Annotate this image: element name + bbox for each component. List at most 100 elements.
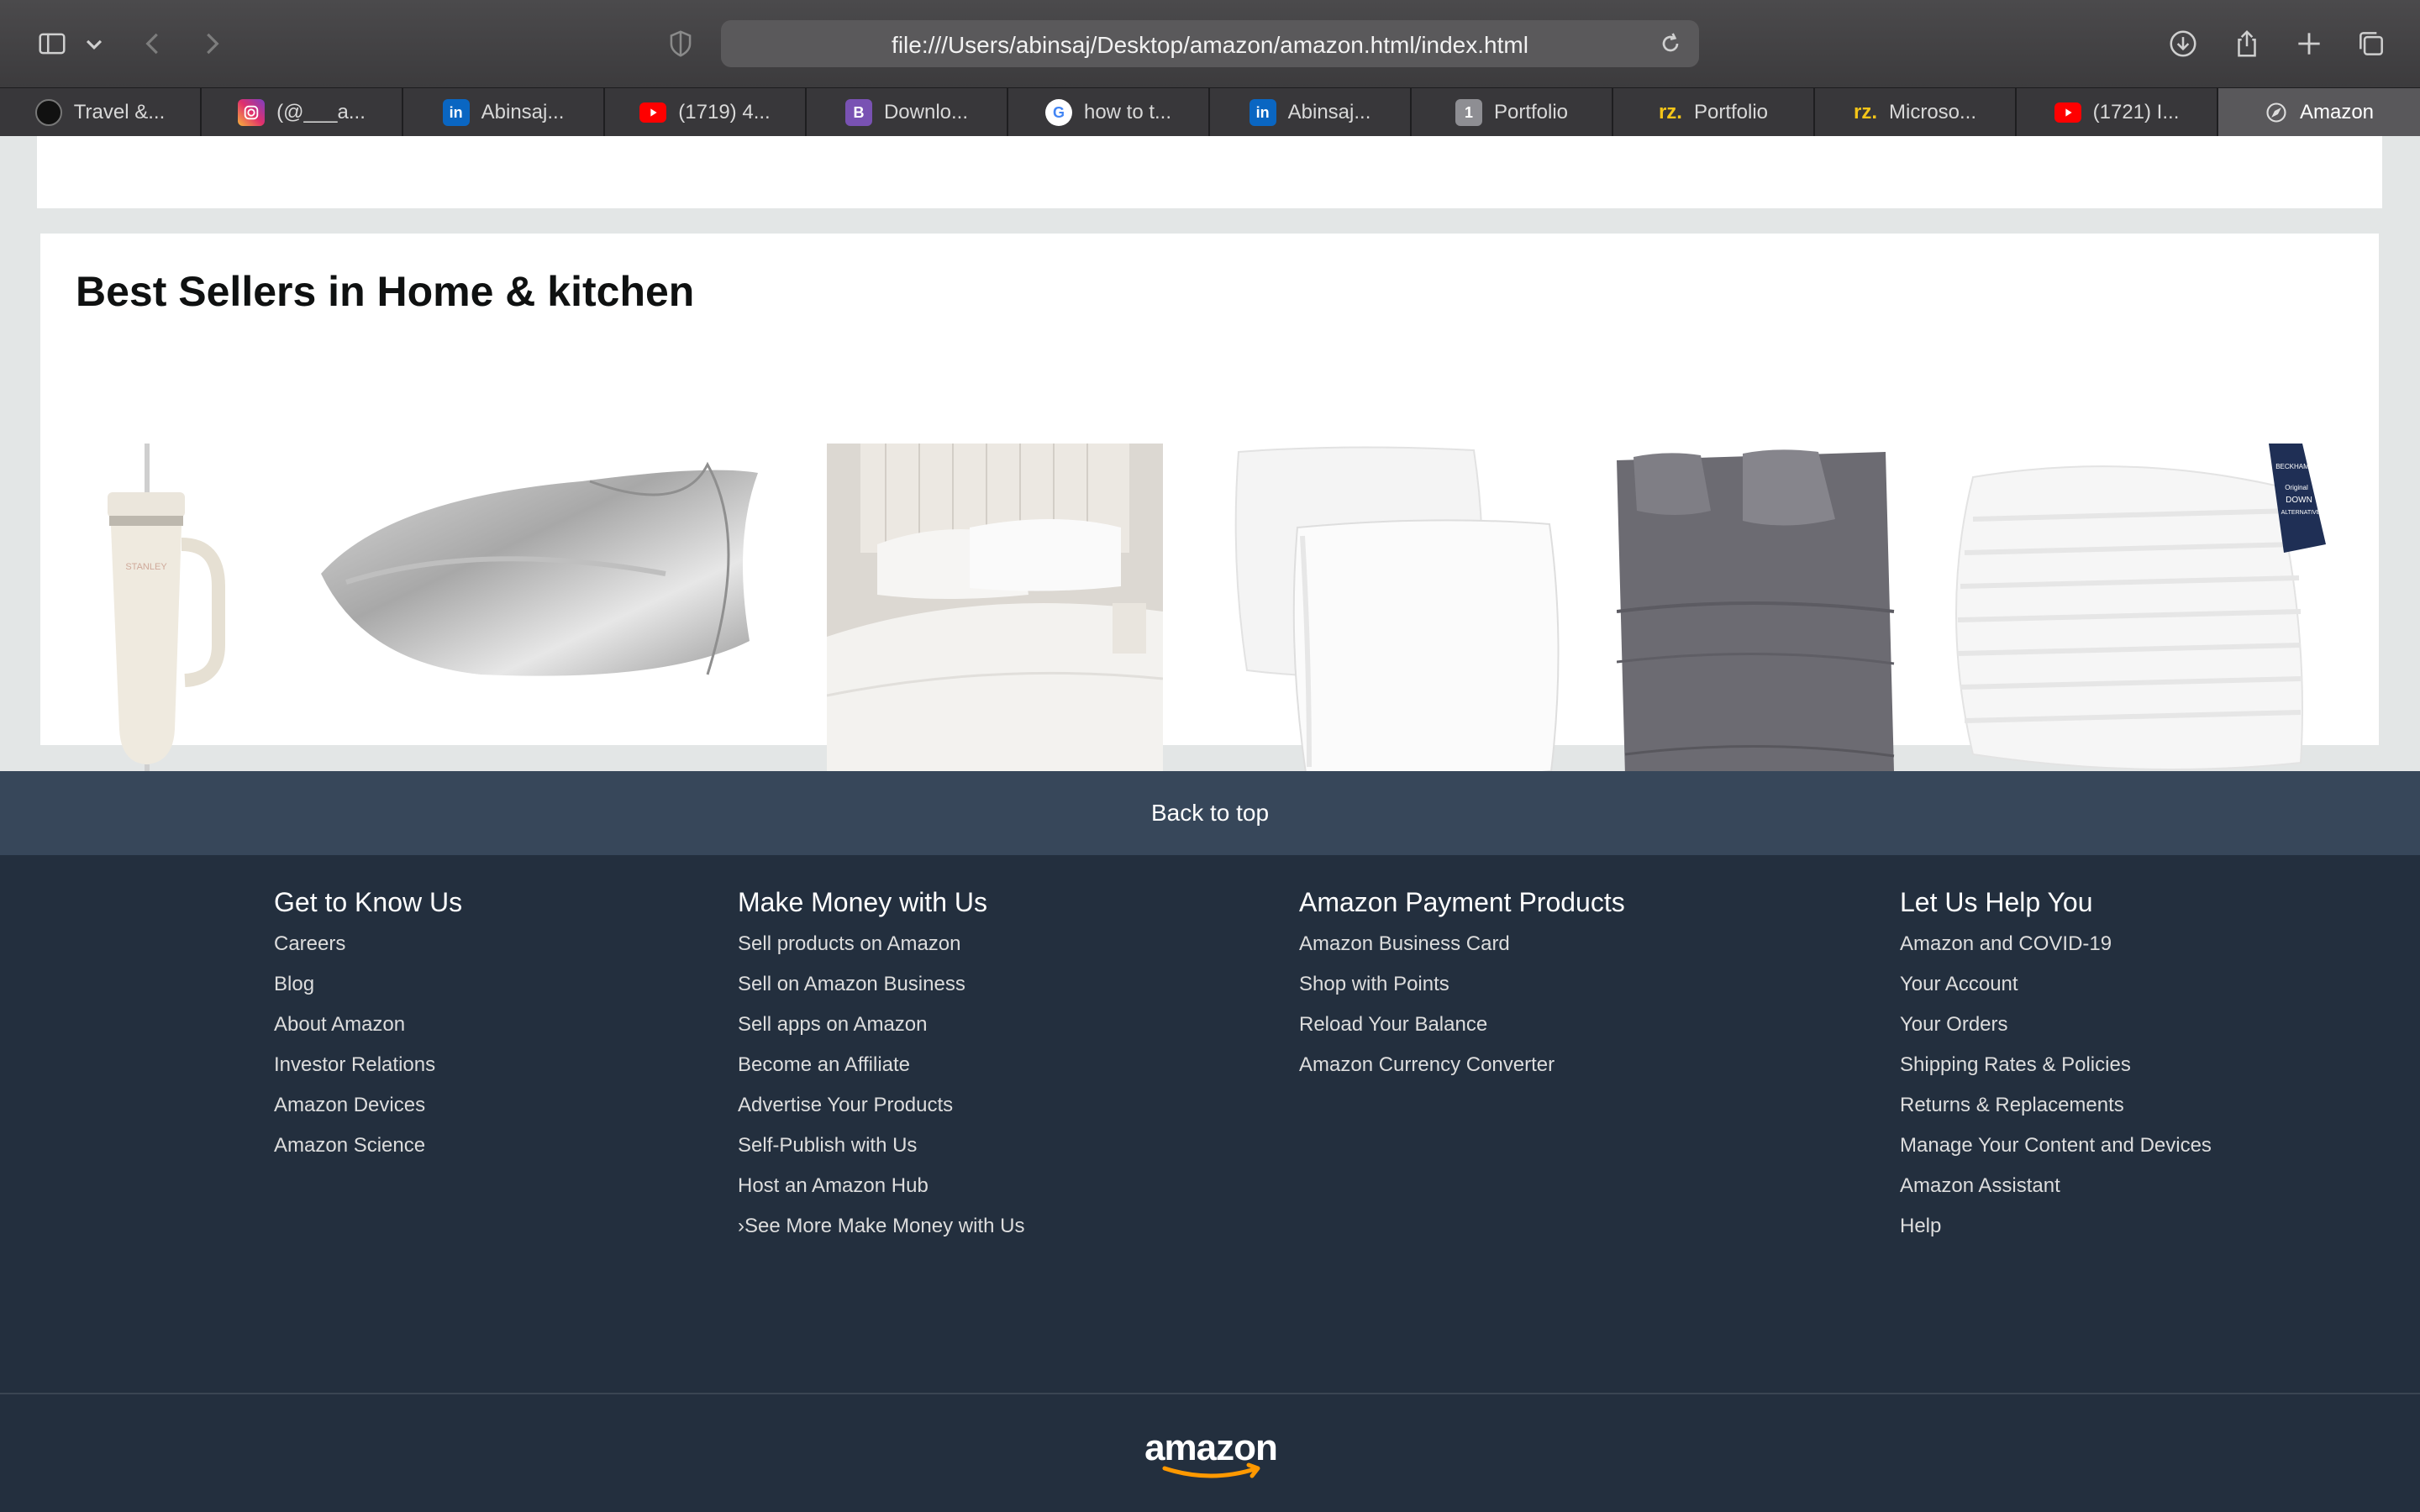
footer-divider [0,1393,2420,1394]
striped-pillows-image[interactable]: BECKHAM Original DOWN ALTERNATIVE [1939,444,2334,784]
footer-link[interactable]: Advertise Your Products [738,1094,953,1117]
instagram-icon [238,99,266,126]
tab-linkedin-1[interactable]: in Abinsaj... [403,88,605,137]
footer-link[interactable]: Self-Publish with Us [738,1134,917,1158]
footer-link[interactable]: Investor Relations [274,1053,435,1077]
footer-column-title: Get to Know Us [274,887,463,917]
tag-alternative-text: ALTERNATIVE [2281,510,2321,516]
footer-link[interactable]: ›See More Make Money with Us [738,1215,1024,1238]
back-arrow-icon[interactable] [133,24,173,64]
footer-link[interactable]: Amazon Devices [274,1094,425,1117]
tab-label: Travel &... [73,101,166,123]
bed-sheet-set-image[interactable] [826,444,1164,784]
linkedin-icon: in [442,99,470,126]
tab-linkedin-2[interactable]: in Abinsaj... [1210,88,1412,137]
tab-bar: Travel &... (@___a... in Abinsaj... (171… [0,87,2420,137]
tab-label: Portfolio [1493,101,1569,123]
youtube-icon [2054,102,2081,123]
chevron-down-icon[interactable] [77,24,111,64]
tab-label: Portfolio [1693,101,1769,123]
footer-link[interactable]: Shop with Points [1299,973,1449,996]
footer-link[interactable]: Sell products on Amazon [738,932,961,956]
privacy-shield-icon[interactable] [660,24,701,64]
footer-link[interactable]: Manage Your Content and Devices [1900,1134,2212,1158]
logo-text: amazon [1144,1431,1277,1468]
footer-link[interactable]: Help [1900,1215,1941,1238]
google-icon: G [1044,99,1072,126]
footer-link[interactable]: Amazon Science [274,1134,425,1158]
tab-amazon[interactable]: Amazon [2218,88,2420,137]
footer-link[interactable]: Careers [274,932,345,956]
tab-label: (1719) 4... [678,101,771,123]
throw-pillows-image[interactable] [1222,444,1566,784]
tag-down-text: DOWN [2286,496,2312,505]
footer-link[interactable]: About Amazon [274,1013,405,1037]
tab-label: how to t... [1083,101,1172,123]
footer-link[interactable]: Sell on Amazon Business [738,973,965,996]
sidebar-toggle-icon[interactable] [32,24,72,64]
linkedin-icon: in [1249,99,1276,126]
footer-link[interactable]: Amazon and COVID-19 [1900,932,2112,956]
footer-link[interactable]: Shipping Rates & Policies [1900,1053,2131,1077]
footer-link[interactable]: Amazon Currency Converter [1299,1053,1555,1077]
footer-link[interactable]: Blog [274,973,314,996]
travel-favicon-icon [34,99,62,126]
footer-link[interactable]: Host an Amazon Hub [738,1174,929,1198]
footer-link[interactable]: Reload Your Balance [1299,1013,1487,1037]
youtube-icon [639,102,667,123]
footer-link[interactable]: Your Account [1900,973,2018,996]
share-icon[interactable] [2227,24,2267,64]
footer-column-title: Make Money with Us [738,887,987,917]
bootstrap-icon: B [844,99,872,126]
tab-google[interactable]: G how to t... [1008,88,1210,137]
tab-instagram[interactable]: (@___a... [202,88,403,137]
amazon-logo[interactable]: amazon [1139,1427,1282,1482]
footer-link[interactable]: Amazon Business Card [1299,932,1510,956]
satin-pillowcase-image[interactable] [313,448,766,696]
rz-icon: rz. [1853,101,1877,123]
tag-original-text: Original [2285,484,2308,491]
footer-link[interactable]: Your Orders [1900,1013,2008,1037]
reload-icon[interactable] [1657,30,1684,57]
new-tab-plus-icon[interactable] [2289,24,2329,64]
tab-bootstrap[interactable]: B Downlo... [807,88,1008,137]
tumbler-image[interactable]: STANLEY [92,444,227,784]
best-sellers-card: Best Sellers in Home & kitchen STANLEY B… [40,234,2379,780]
portfolio-one-icon: 1 [1455,99,1482,126]
tab-label: (1721) I... [2092,101,2180,123]
grey-sheet-set-image[interactable] [1616,444,1902,784]
tab-label: (@___a... [276,101,366,123]
browser-toolbar: file:///Users/abinsaj/Desktop/amazon/ama… [0,0,2420,87]
tab-youtube-1[interactable]: (1719) 4... [605,88,807,137]
download-icon[interactable] [2163,24,2203,64]
tab-label: Microso... [1889,101,1977,123]
back-to-top-button[interactable]: Back to top [0,771,2420,855]
tab-label: Amazon [2299,101,2375,123]
section-title: Best Sellers in Home & kitchen [76,268,695,315]
address-bar[interactable]: file:///Users/abinsaj/Desktop/amazon/ama… [721,20,1699,67]
tab-portfolio-1[interactable]: 1 Portfolio [1412,88,1613,137]
footer-link[interactable]: Amazon Assistant [1900,1174,2060,1198]
tab-portfolio-2[interactable]: rz. Portfolio [1613,88,1815,137]
footer: Get to Know Us Careers Blog About Amazon… [0,855,2420,1512]
footer-link[interactable]: Become an Affiliate [738,1053,910,1077]
footer-link[interactable]: Returns & Replacements [1900,1094,2124,1117]
tag-brand-text: BECKHAM [2275,463,2309,470]
page-content: Best Sellers in Home & kitchen STANLEY B… [0,136,2420,1512]
previous-section-card [37,136,2382,208]
tab-microsoft[interactable]: rz. Microso... [1815,88,2017,137]
tab-label: Downlo... [883,101,969,123]
tab-label: Abinsaj... [1287,101,1371,123]
forward-arrow-icon[interactable] [192,24,232,64]
tumbler-brand-text: STANLEY [125,562,167,572]
footer-column-title: Amazon Payment Products [1299,887,1625,917]
footer-column-title: Let Us Help You [1900,887,2093,917]
tab-travel[interactable]: Travel &... [0,88,202,137]
compass-icon [2265,101,2288,124]
rz-icon: rz. [1658,101,1682,123]
tab-youtube-2[interactable]: (1721) I... [2017,88,2218,137]
tab-label: Abinsaj... [481,101,565,123]
tab-overview-icon[interactable] [2351,24,2391,64]
footer-link[interactable]: Sell apps on Amazon [738,1013,927,1037]
url-text: file:///Users/abinsaj/Desktop/amazon/ama… [892,32,1528,58]
